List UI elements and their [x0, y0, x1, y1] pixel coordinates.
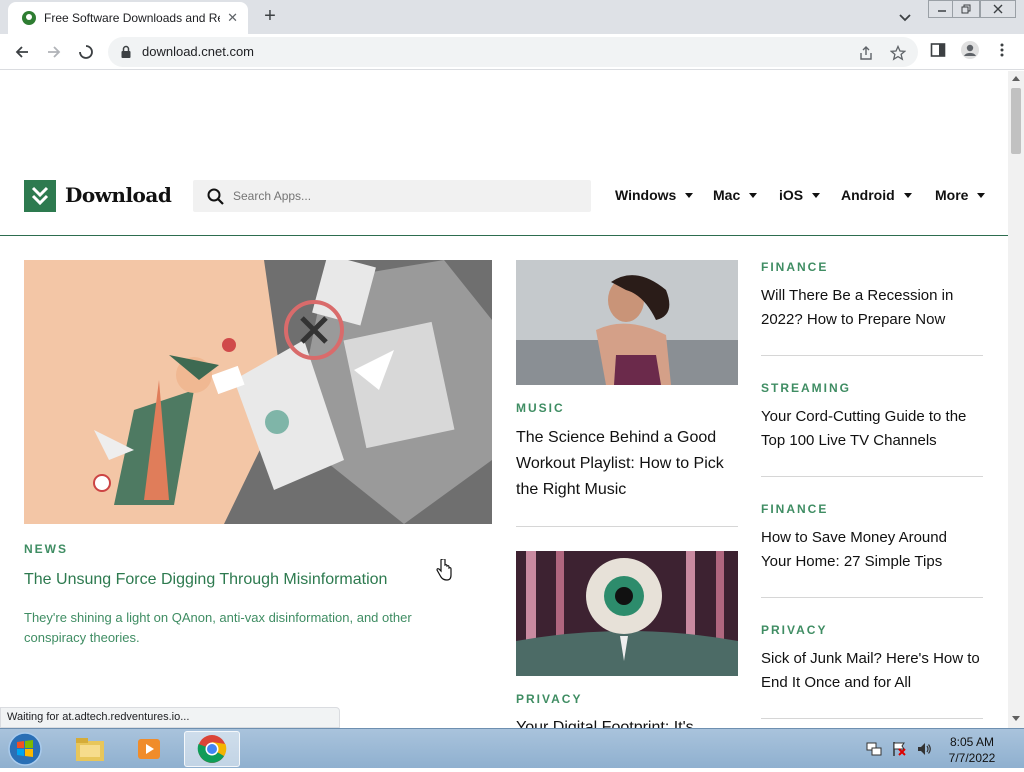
site-favicon-icon: [22, 11, 36, 25]
search-box[interactable]: [193, 180, 591, 212]
arrow-right-icon: [48, 46, 61, 58]
hand-cursor-icon: [436, 559, 452, 581]
article-image-workout[interactable]: [516, 260, 738, 385]
search-icon: [207, 188, 224, 205]
caret-down-icon: [685, 192, 694, 198]
nav-label: Windows: [615, 187, 677, 203]
more-vert-icon[interactable]: [996, 42, 1008, 58]
caret-down-icon: [749, 192, 758, 198]
privacy-headline[interactable]: Your Digital Footprint: It's: [516, 716, 742, 728]
bookmark-star-icon[interactable]: [890, 45, 906, 61]
divider: [761, 476, 983, 477]
windows-taskbar: 8:05 AM 7/7/2022: [0, 728, 1024, 768]
divider: [516, 526, 738, 527]
site-header: Download Windows Mac iOS Android More: [0, 179, 1008, 236]
loading-spinner-icon: [79, 45, 93, 59]
taskbar-explorer[interactable]: [62, 731, 118, 767]
caret-down-icon: [812, 192, 821, 198]
taskbar-clock[interactable]: 8:05 AM 7/7/2022: [940, 734, 1004, 766]
finance-kicker-1[interactable]: FINANCE: [761, 260, 828, 274]
runner-photo: [516, 260, 738, 385]
stop-loading-button[interactable]: [74, 40, 98, 64]
misinformation-illustration: [24, 260, 492, 524]
hero-headline[interactable]: The Unsung Force Digging Through Misinfo…: [24, 568, 492, 592]
nav-android[interactable]: Android: [841, 187, 912, 203]
clock-date: 7/7/2022: [948, 751, 996, 765]
nav-mac[interactable]: Mac: [713, 187, 758, 203]
nav-label: Mac: [713, 187, 741, 203]
web-page: Download Windows Mac iOS Android More: [0, 71, 1008, 728]
caret-down-icon: [977, 192, 986, 198]
nav-windows[interactable]: Windows: [615, 187, 694, 203]
profile-avatar-icon[interactable]: [960, 40, 980, 60]
tab-close-icon[interactable]: ✕: [227, 10, 238, 26]
volume-icon[interactable]: [916, 741, 932, 757]
finance-kicker-2[interactable]: FINANCE: [761, 502, 828, 516]
divider: [761, 355, 983, 356]
address-bar[interactable]: download.cnet.com: [108, 37, 918, 67]
browser-titlebar: Free Software Downloads and Re ✕ +: [0, 0, 1024, 34]
status-bar: Waiting for at.adtech.redventures.io...: [0, 707, 340, 728]
privacy-kicker[interactable]: PRIVACY: [516, 692, 582, 706]
side-panel-icon[interactable]: [930, 42, 946, 58]
nav-more[interactable]: More: [935, 187, 986, 203]
junk-mail-headline[interactable]: Sick of Junk Mail? Here's How to End It …: [761, 647, 981, 695]
browser-toolbar: download.cnet.com: [0, 34, 1024, 70]
restore-icon: [961, 4, 971, 14]
hero-kicker[interactable]: NEWS: [24, 542, 68, 556]
forward-button[interactable]: [42, 40, 66, 64]
nav-label: iOS: [779, 187, 804, 203]
close-icon: [993, 4, 1003, 14]
tab-title: Free Software Downloads and Re: [44, 11, 220, 25]
scroll-up-icon[interactable]: [1012, 76, 1020, 81]
nav-label: Android: [841, 187, 895, 203]
minimize-icon: [938, 10, 946, 12]
hero-dek: They're shining a light on QAnon, anti-v…: [24, 610, 412, 645]
download-logo[interactable]: [24, 180, 56, 212]
close-window-button[interactable]: [980, 0, 1016, 18]
media-player-icon: [138, 739, 160, 759]
windows-start-icon: [8, 732, 42, 766]
search-input[interactable]: [233, 187, 573, 205]
page-scrollbar[interactable]: [1008, 71, 1024, 728]
streaming-kicker[interactable]: STREAMING: [761, 381, 851, 395]
folder-icon: [76, 738, 104, 761]
action-center-flag-icon[interactable]: [891, 741, 907, 757]
recession-headline[interactable]: Will There Be a Recession in 2022? How t…: [761, 284, 981, 332]
nav-label: More: [935, 187, 969, 203]
eyeball-illustration: [516, 551, 738, 676]
start-button[interactable]: [6, 731, 46, 767]
hero-image[interactable]: [24, 260, 492, 524]
arrow-left-icon: [15, 46, 28, 58]
taskbar-chrome[interactable]: [184, 731, 240, 767]
save-money-headline[interactable]: How to Save Money Around Your Home: 27 S…: [761, 526, 981, 574]
privacy-kicker-right[interactable]: PRIVACY: [761, 623, 827, 637]
tab-search-chevron-icon[interactable]: [896, 8, 914, 26]
scroll-thumb[interactable]: [1011, 88, 1021, 154]
new-tab-button[interactable]: +: [258, 5, 282, 29]
caret-down-icon: [903, 192, 912, 198]
chrome-icon: [197, 735, 227, 763]
music-kicker[interactable]: MUSIC: [516, 401, 565, 415]
music-headline[interactable]: The Science Behind a Good Workout Playli…: [516, 425, 742, 503]
logo-wordmark[interactable]: Download: [65, 183, 172, 207]
download-chevrons-icon: [31, 186, 49, 206]
browser-tab[interactable]: Free Software Downloads and Re ✕: [8, 2, 248, 34]
clock-time: 8:05 AM: [949, 735, 995, 749]
network-icon[interactable]: [866, 741, 882, 757]
restore-button[interactable]: [952, 0, 980, 18]
lock-icon[interactable]: [120, 45, 132, 59]
divider: [761, 597, 983, 598]
cord-cutting-headline[interactable]: Your Cord-Cutting Guide to the Top 100 L…: [761, 405, 981, 453]
url-text[interactable]: download.cnet.com: [142, 44, 254, 59]
share-icon[interactable]: [858, 45, 874, 61]
article-image-privacy[interactable]: [516, 551, 738, 676]
back-button[interactable]: [10, 40, 34, 64]
scroll-down-icon[interactable]: [1012, 716, 1020, 721]
taskbar-media-player[interactable]: [122, 731, 178, 767]
divider: [761, 718, 983, 719]
nav-ios[interactable]: iOS: [779, 187, 821, 203]
